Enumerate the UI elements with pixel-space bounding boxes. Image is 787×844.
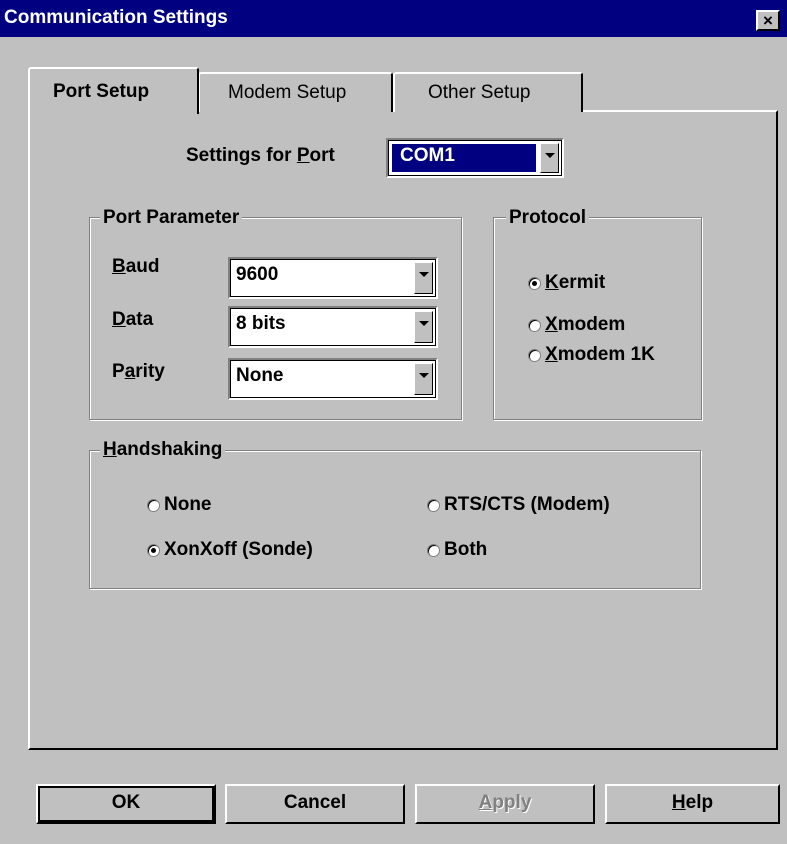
radio-unselected-icon xyxy=(528,348,541,362)
handshaking-title: Handshaking xyxy=(100,439,226,461)
parity-label: Parity xyxy=(112,361,165,382)
handshaking-group xyxy=(89,450,701,589)
baud-select[interactable]: 9600 xyxy=(228,257,438,299)
data-select[interactable]: 8 bits xyxy=(228,306,438,348)
baud-value: 9600 xyxy=(236,264,279,285)
tab-modem-setup[interactable]: Modem Setup xyxy=(198,72,393,112)
radio-unselected-icon xyxy=(427,498,440,512)
protocol-radio-kermit[interactable]: Kermit xyxy=(528,272,605,294)
help-button[interactable]: Help xyxy=(605,784,780,824)
chevron-down-icon[interactable] xyxy=(414,363,433,395)
tab-port-setup[interactable]: Port Setup xyxy=(28,67,199,114)
handshaking-radio-both[interactable]: Both xyxy=(427,539,487,561)
radio-unselected-icon xyxy=(427,543,440,557)
protocol-title: Protocol xyxy=(506,207,590,229)
handshaking-radio-none[interactable]: None xyxy=(147,494,212,516)
radio-label: Both xyxy=(444,539,488,560)
tab-label: Other Setup xyxy=(428,82,531,103)
apply-button[interactable]: Apply xyxy=(415,784,595,824)
radio-unselected-icon xyxy=(528,318,541,332)
close-icon: × xyxy=(763,11,773,30)
port-select[interactable]: COM1 xyxy=(386,138,564,178)
chevron-down-icon[interactable] xyxy=(414,311,433,343)
parity-select[interactable]: None xyxy=(228,358,438,400)
chevron-down-icon[interactable] xyxy=(540,143,559,173)
handshaking-radio-rts-cts[interactable]: RTS/CTS (Modem) xyxy=(427,494,610,516)
port-value: COM1 xyxy=(400,145,455,166)
tab-label: Modem Setup xyxy=(228,82,347,103)
tab-label: Port Setup xyxy=(53,81,150,102)
tab-other-setup[interactable]: Other Setup xyxy=(393,72,583,112)
radio-label: None xyxy=(164,494,212,515)
radio-label: Kermit xyxy=(545,272,606,293)
radio-selected-icon xyxy=(147,543,160,557)
chevron-down-icon[interactable] xyxy=(414,262,433,294)
radio-label: RTS/CTS (Modem) xyxy=(444,494,610,515)
close-button[interactable]: × xyxy=(756,10,780,31)
title-bar: Communication Settings × xyxy=(0,0,787,37)
tab-panel xyxy=(28,110,778,750)
cancel-button[interactable]: Cancel xyxy=(225,784,405,824)
radio-label: Xmodem xyxy=(545,314,626,335)
radio-label: XonXoff (Sonde) xyxy=(164,539,313,560)
baud-label: Baud xyxy=(112,256,160,277)
ok-button[interactable]: OK xyxy=(36,784,216,824)
parity-value: None xyxy=(236,365,284,386)
port-label: Settings for Port xyxy=(186,145,335,166)
port-parameter-title: Port Parameter xyxy=(100,207,243,229)
handshaking-radio-xonxoff[interactable]: XonXoff (Sonde) xyxy=(147,539,313,561)
radio-selected-icon xyxy=(528,276,541,290)
window-title: Communication Settings xyxy=(4,7,228,28)
protocol-radio-xmodem-1k[interactable]: Xmodem 1K xyxy=(528,344,655,366)
data-value: 8 bits xyxy=(236,313,286,334)
protocol-radio-xmodem[interactable]: Xmodem xyxy=(528,314,625,336)
data-label: Data xyxy=(112,309,154,330)
radio-unselected-icon xyxy=(147,498,160,512)
radio-label: Xmodem 1K xyxy=(545,344,655,365)
